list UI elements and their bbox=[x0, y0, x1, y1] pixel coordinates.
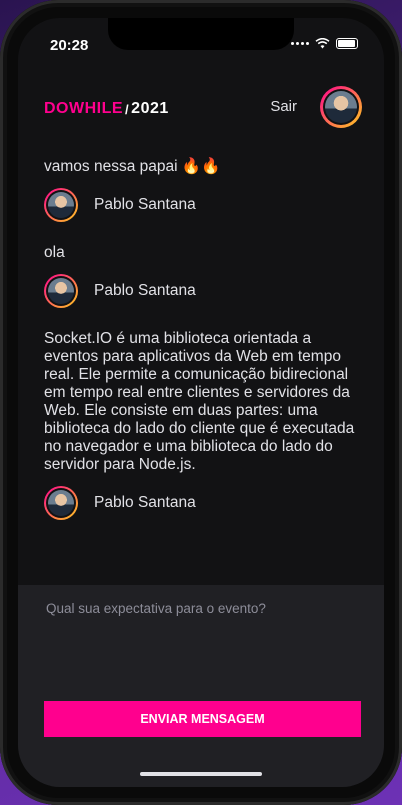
author-avatar bbox=[44, 188, 78, 222]
author-avatar bbox=[44, 274, 78, 308]
author-avatar bbox=[44, 486, 78, 520]
author-name: Pablo Santana bbox=[94, 196, 196, 213]
avatar-photo bbox=[325, 91, 357, 123]
message-item: vamos nessa papai 🔥🔥 Pablo Santana bbox=[44, 158, 364, 222]
status-time: 20:28 bbox=[50, 37, 89, 54]
message-text: Socket.IO é uma biblioteca orientada a e… bbox=[44, 330, 355, 473]
message-author: Pablo Santana bbox=[44, 274, 364, 308]
author-name: Pablo Santana bbox=[94, 494, 196, 511]
author-name: Pablo Santana bbox=[94, 282, 196, 299]
signout-button[interactable]: Sair bbox=[270, 98, 297, 115]
signal-icon bbox=[291, 42, 309, 45]
header: DOWHILE / 2021 Sair bbox=[44, 86, 362, 130]
message-list: vamos nessa papai 🔥🔥 Pablo Santana ola P… bbox=[44, 158, 364, 542]
wifi-icon bbox=[315, 38, 330, 49]
message-item: ola Pablo Santana bbox=[44, 244, 364, 308]
user-avatar[interactable] bbox=[320, 86, 362, 128]
message-author: Pablo Santana bbox=[44, 486, 364, 520]
message-text: vamos nessa papai 🔥🔥 bbox=[44, 158, 221, 175]
home-indicator[interactable] bbox=[140, 772, 262, 776]
notch bbox=[108, 18, 294, 50]
message-input[interactable] bbox=[44, 599, 362, 683]
app-screen: 20:28 DOWHILE / 2021 Sair vamos nessa pa… bbox=[18, 18, 384, 787]
dowhile-logo: DOWHILE / 2021 bbox=[44, 100, 169, 117]
compose-panel: ENVIAR MENSAGEM bbox=[18, 585, 384, 787]
status-icons bbox=[291, 38, 358, 49]
message-item: Socket.IO é uma biblioteca orientada a e… bbox=[44, 330, 364, 520]
battery-icon bbox=[336, 38, 358, 49]
message-text: ola bbox=[44, 244, 65, 261]
message-author: Pablo Santana bbox=[44, 188, 364, 222]
send-message-button[interactable]: ENVIAR MENSAGEM bbox=[44, 701, 361, 737]
